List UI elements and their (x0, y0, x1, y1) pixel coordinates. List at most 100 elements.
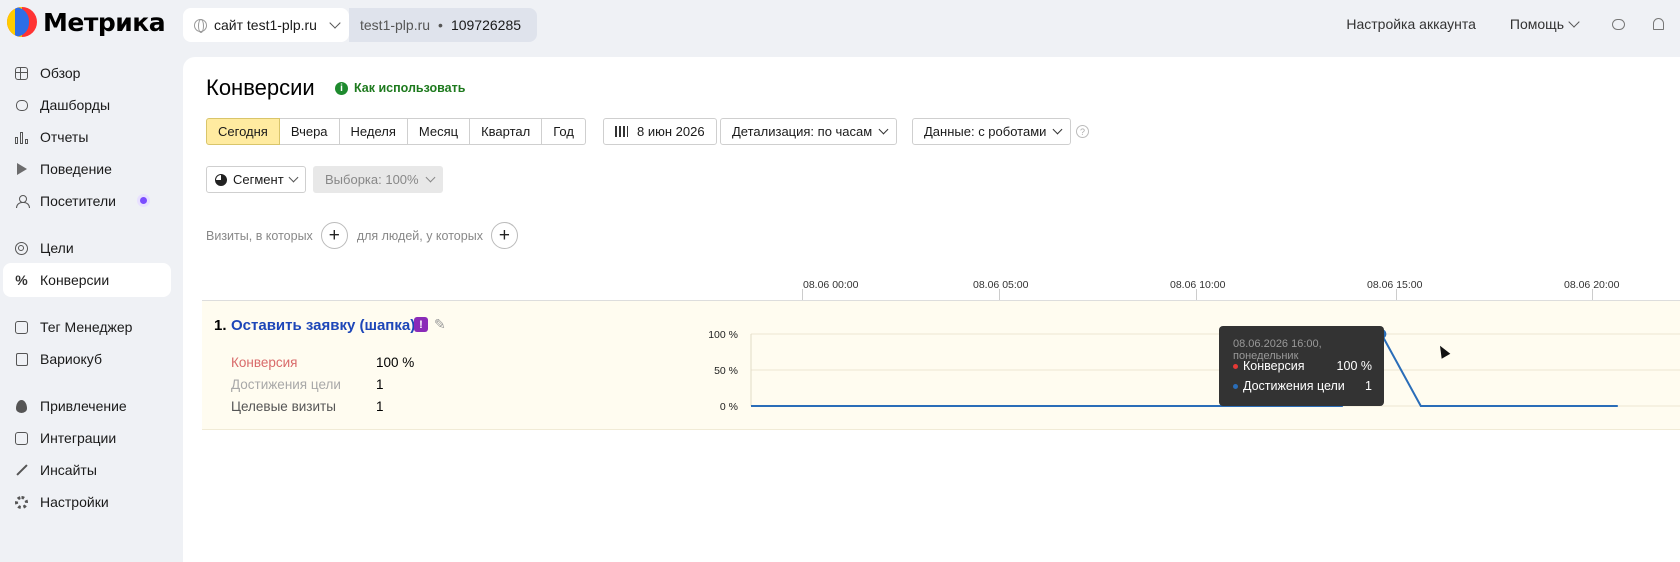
sidebar-item-label: Поведение (40, 161, 112, 177)
sidebar-item-label: Дашборды (40, 97, 110, 113)
account-settings-link[interactable]: Настройка аккаунта (1346, 16, 1476, 32)
sidebar-item-label: Отчеты (40, 129, 89, 145)
sidebar-item-goals[interactable]: Цели (3, 231, 171, 265)
sidebar-item-reports[interactable]: Отчеты (3, 120, 171, 154)
metrika-logo[interactable]: Метрика (7, 7, 166, 37)
period-month-button[interactable]: Месяц (407, 118, 471, 145)
sidebar-item-label: Вариокуб (40, 351, 102, 367)
sidebar-item-insights[interactable]: Инсайты (3, 453, 171, 487)
time-tick (1592, 289, 1593, 300)
tooltip-row: Конверсия 100 % (1233, 359, 1378, 373)
sidebar-item-settings[interactable]: Настройки (3, 485, 171, 519)
period-selector: Сегодня Вчера Неделя Месяц Квартал Год (206, 118, 586, 145)
sidebar-item-label: Инсайты (40, 462, 97, 478)
how-to-label: Как использовать (354, 81, 466, 95)
sample-label: Выборка: 100% (325, 172, 419, 187)
counter-selector[interactable]: test1-plp.ru • 109726285 (349, 8, 538, 42)
tooltip-value: 1 (1365, 379, 1372, 393)
help-menu[interactable]: Помощь (1509, 16, 1580, 32)
period-today-button[interactable]: Сегодня (206, 118, 280, 145)
gear-icon (15, 495, 28, 509)
sidebar-item-label: Привлечение (40, 398, 127, 414)
help-icon[interactable]: ? (1076, 125, 1089, 138)
period-year-button[interactable]: Год (542, 118, 586, 145)
chat-icon[interactable] (1612, 18, 1625, 30)
chevron-down-icon (425, 172, 436, 183)
calendar-icon (615, 126, 628, 137)
page-title: Конверсии (206, 75, 315, 100)
sidebar-item-variocube[interactable]: Вариокуб (3, 342, 171, 376)
list-icon (15, 352, 28, 366)
fire-icon (16, 399, 27, 413)
date-picker-button[interactable]: 8 июн 2026 (603, 118, 717, 145)
sidebar-item-acquisition[interactable]: Привлечение (3, 389, 171, 423)
user-icon (15, 194, 30, 208)
sidebar-item-tag-manager[interactable]: Тег Менеджер (3, 310, 171, 344)
chart-tooltip: 08.06.2026 16:00, понедельник Конверсия … (1219, 326, 1384, 406)
counter-id: 109726285 (450, 17, 522, 33)
bell-icon[interactable] (1653, 18, 1664, 30)
bar-chart-icon (15, 131, 28, 144)
time-axis-label: 08.06 15:00 (1367, 279, 1423, 291)
sidebar-item-visitors[interactable]: Посетители (3, 184, 171, 218)
chevron-down-icon (329, 17, 341, 29)
sidebar-item-conversions[interactable]: % Конверсии (3, 263, 171, 297)
time-tick (1396, 289, 1397, 300)
add-visit-filter-button[interactable]: + (320, 222, 348, 249)
segment-button[interactable]: Сегмент (206, 166, 306, 193)
sidebar-item-overview[interactable]: Обзор (3, 56, 171, 90)
wand-icon (15, 464, 28, 476)
chevron-down-icon (1052, 124, 1063, 135)
goal-chart: 100 % 50 % 0 % (708, 329, 1680, 413)
filter-row: Визиты, в которых + для людей, у которых… (206, 222, 527, 249)
how-to-link[interactable]: i Как использовать (335, 81, 465, 95)
sidebar-item-label: Конверсии (40, 272, 110, 288)
y-tick-label: 50 % (714, 365, 738, 377)
y-tick-label: 100 % (708, 329, 738, 341)
data-mode-label: Данные: с роботами (924, 124, 1047, 139)
sidebar-item-label: Посетители (40, 193, 116, 209)
chevron-down-icon (288, 172, 299, 183)
filter-visits-label: Визиты, в которых (206, 228, 313, 243)
time-axis-label: 08.06 05:00 (973, 279, 1029, 291)
main-panel: Конверсии i Как использовать Сегодня Вче… (183, 57, 1680, 562)
sidebar-item-behavior[interactable]: Поведение (3, 152, 171, 186)
counter-site: test1-plp.ru (360, 17, 431, 33)
period-quarter-button[interactable]: Квартал (470, 118, 543, 145)
series-dot (1233, 383, 1238, 389)
counter-separator: • (438, 17, 443, 33)
sidebar-item-label: Настройки (40, 494, 109, 510)
add-people-filter-button[interactable]: + (490, 222, 518, 249)
target-icon (15, 241, 28, 255)
series-dot (1233, 363, 1238, 369)
help-label: Помощь (1509, 16, 1564, 32)
time-tick (999, 289, 1000, 300)
tooltip-value: 100 % (1336, 359, 1372, 373)
puzzle-icon (15, 431, 28, 445)
chevron-down-icon (1568, 16, 1580, 28)
play-icon (16, 163, 27, 175)
sidebar-item-label: Тег Менеджер (40, 319, 133, 335)
logo-text: Метрика (43, 7, 166, 37)
time-tick (1196, 289, 1197, 300)
chevron-down-icon (878, 124, 889, 135)
grid-icon (15, 66, 28, 80)
sidebar-item-label: Интеграции (40, 430, 117, 446)
sample-select[interactable]: Выборка: 100% (313, 166, 443, 193)
period-yesterday-button[interactable]: Вчера (279, 118, 340, 145)
data-mode-select[interactable]: Данные: с роботами (912, 118, 1072, 145)
y-tick-label: 0 % (720, 401, 738, 413)
sidebar-item-label: Обзор (40, 65, 81, 81)
date-label: 8 июн 2026 (637, 124, 705, 139)
top-header: Метрика сайт test1-plp.ru test1-plp.ru •… (0, 0, 1680, 48)
goal-row: 1. Оставить заявку (шапка) ! ✎ Конверсия… (202, 301, 1680, 430)
sidebar-item-dashboards[interactable]: Дашборды (3, 88, 171, 122)
detail-select[interactable]: Детализация: по часам (720, 118, 898, 145)
period-week-button[interactable]: Неделя (339, 118, 408, 145)
sidebar-item-label: Цели (40, 240, 74, 256)
sidebar-item-integrations[interactable]: Интеграции (3, 421, 171, 455)
site-select[interactable]: сайт test1-plp.ru (183, 8, 349, 42)
info-icon: i (335, 81, 348, 95)
tag-icon (15, 320, 28, 334)
dashboard-icon (15, 99, 28, 111)
